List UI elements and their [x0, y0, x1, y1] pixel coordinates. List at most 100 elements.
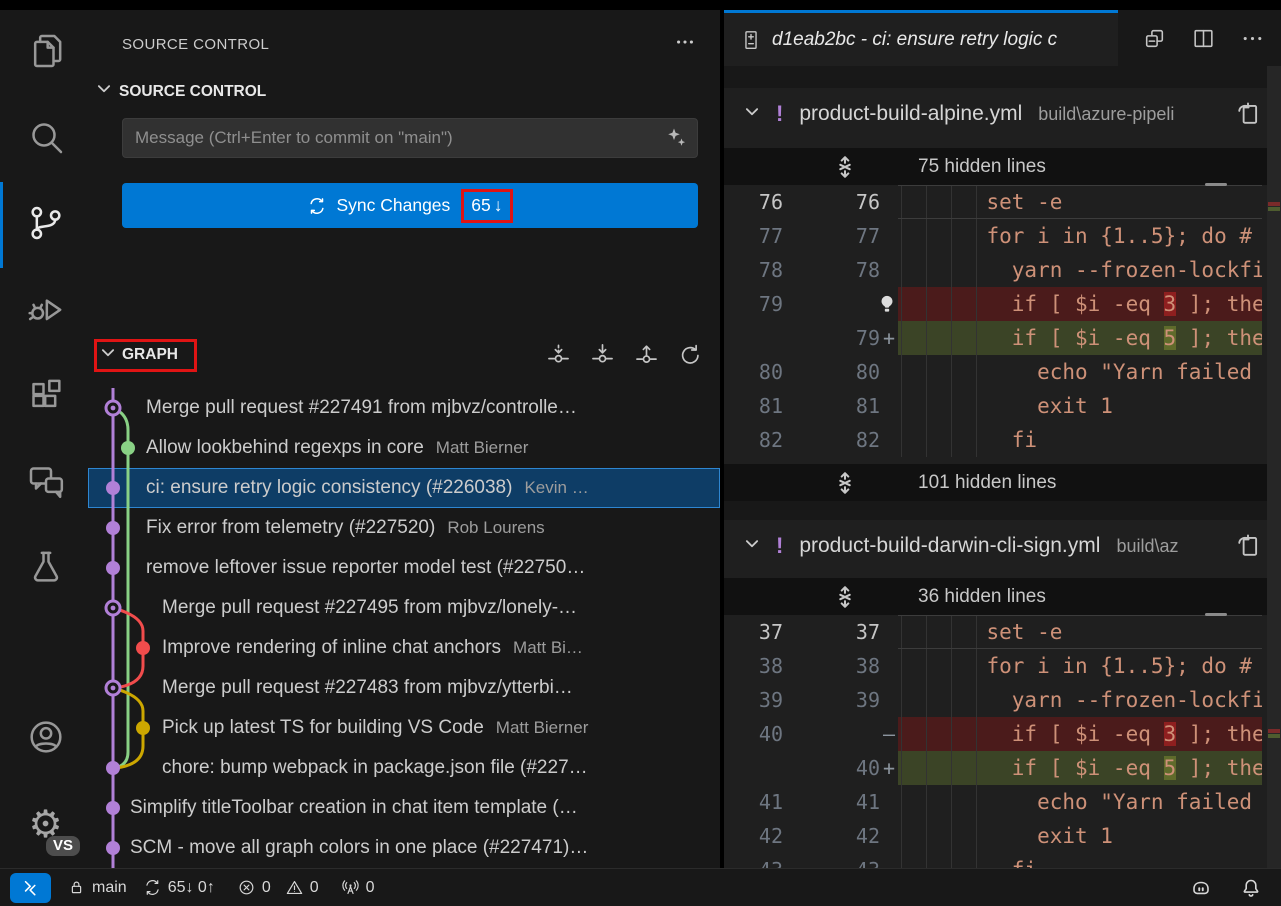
hidden-lines-bar[interactable]: 75 hidden lines: [724, 148, 1281, 185]
section-source-control[interactable]: SOURCE CONTROL: [96, 81, 720, 102]
editor-scrollbar[interactable]: [1267, 66, 1281, 868]
commit-graph: Merge pull request #227491 from mjbvz/co…: [88, 388, 720, 868]
hidden-lines-bar[interactable]: 36 hidden lines: [724, 578, 1281, 615]
sync-counts: 65↓ 0↑: [168, 879, 215, 897]
unfold-icon: [834, 156, 856, 178]
diff-line[interactable]: 3838 for i in {1..5}; do # try 5 times: [724, 649, 1281, 683]
file-header-darwin[interactable]: ! product-build-darwin-cli-sign.yml buil…: [724, 520, 1281, 572]
chevron-down-icon: [744, 536, 760, 557]
commit-row-selected[interactable]: ci: ensure retry logic consistency (#226…: [88, 468, 720, 508]
commit-message: ci: ensure retry logic consistency (#226…: [146, 477, 512, 499]
push-icon[interactable]: [633, 342, 660, 369]
line-number-old: 40: [724, 717, 783, 751]
vscode-window: ⚙ VS SOURCE CONTROL SOURCE CONTROL Sync …: [0, 0, 1281, 906]
commit-row[interactable]: Merge pull request #227491 from mjbvz/co…: [88, 388, 720, 428]
diff-line-deleted[interactable]: 79 if [ $i -eq 3 ]; then: [724, 287, 1281, 321]
lightbulb-icon[interactable]: [874, 291, 900, 322]
diff-line[interactable]: 4242 exit 1: [724, 819, 1281, 853]
go-to-file-icon[interactable]: [1231, 97, 1265, 136]
commit-row[interactable]: Pick up latest TS for building VS CodeMa…: [88, 708, 720, 748]
sidebar-item-testing[interactable]: [0, 526, 88, 612]
diff-file-icon: [740, 29, 762, 51]
pull-icon[interactable]: [589, 342, 616, 369]
hidden-lines-bar[interactable]: 101 hidden lines: [724, 464, 1281, 501]
diff-line[interactable]: 8080 echo "Yarn failed too many times" >…: [724, 355, 1281, 389]
problems-indicator[interactable]: 0 0: [237, 878, 319, 897]
collapse-all-icon[interactable]: [1142, 26, 1167, 51]
fetch-icon[interactable]: [545, 342, 572, 369]
diff-line[interactable]: 7777 for i in {1..5}; do # try 5 times: [724, 219, 1281, 253]
remote-indicator[interactable]: [10, 873, 51, 903]
line-number-old: 42: [724, 819, 783, 853]
sync-button-label: Sync Changes: [336, 195, 450, 216]
diff-line-added[interactable]: 40+ if [ $i -eq 5 ]; then: [724, 751, 1281, 785]
commit-row[interactable]: SCM - move all graph colors in one place…: [88, 828, 720, 868]
line-number-old: 41: [724, 785, 783, 819]
diff-sign: +: [880, 321, 898, 355]
tab-multi-diff[interactable]: d1eab2bc - ci: ensure retry logic c: [724, 10, 1118, 66]
commit-row[interactable]: Allow lookbehind regexps in core Matt Bie…: [88, 428, 720, 468]
go-to-file-icon[interactable]: [1231, 529, 1265, 568]
diff-line[interactable]: 8282 fi: [724, 423, 1281, 457]
commit-row[interactable]: Merge pull request #227483 from mjbvz/yt…: [88, 668, 720, 708]
file-name: product-build-alpine.yml: [799, 102, 1022, 126]
diff-line[interactable]: 4343 fi: [724, 853, 1281, 868]
diff-line[interactable]: 7676 set -e: [724, 185, 1281, 219]
expand-grip[interactable]: [1205, 183, 1227, 186]
commit-row[interactable]: Merge pull request #227495 from mjbvz/lo…: [88, 588, 720, 628]
sparkle-icon[interactable]: [665, 126, 689, 155]
commit-message: Allow lookbehind regexps in core: [146, 437, 424, 459]
ports-indicator[interactable]: 0: [341, 878, 375, 897]
commit-row[interactable]: Simplify titleToolbar creation in chat i…: [88, 788, 720, 828]
commit-row[interactable]: chore: bump webpack in package.json file…: [88, 748, 720, 788]
comments-icon: [26, 461, 66, 506]
commit-message-input[interactable]: [122, 118, 698, 158]
diff-line-deleted[interactable]: 40— if [ $i -eq 3 ]; then: [724, 717, 1281, 751]
sidebar-item-comments[interactable]: [0, 440, 88, 526]
diff-line[interactable]: 7878 yarn --frozen-lockfile --check-file…: [724, 253, 1281, 287]
refresh-icon[interactable]: [677, 342, 704, 369]
settings-button[interactable]: ⚙ VS: [0, 782, 88, 868]
line-number-new: 39: [783, 683, 880, 717]
diff-line-added[interactable]: 79+ if [ $i -eq 5 ]; then: [724, 321, 1281, 355]
sync-changes-button[interactable]: Sync Changes 65 ↓: [122, 183, 698, 228]
sidebar-item-extensions[interactable]: [0, 354, 88, 440]
line-number-new: 78: [783, 253, 880, 287]
line-number-old: 39: [724, 683, 783, 717]
commit-row[interactable]: Fix error from telemetry (#227520)Rob Lo…: [88, 508, 720, 548]
more-actions-icon[interactable]: [1240, 26, 1265, 51]
run-debug-icon: [26, 289, 66, 334]
diff-sign: [880, 785, 898, 819]
split-editor-icon[interactable]: [1191, 26, 1216, 51]
code-text: ]; then: [1176, 292, 1262, 316]
diff-line[interactable]: 3939 yarn --frozen-lockfile --check-file…: [724, 683, 1281, 717]
sidebar-item-explorer[interactable]: [0, 10, 88, 96]
search-icon: [26, 117, 66, 162]
file-header-alpine[interactable]: ! product-build-alpine.yml build\azure-p…: [724, 88, 1281, 140]
line-number-old: 38: [724, 649, 783, 683]
expand-grip[interactable]: [1205, 613, 1227, 616]
status-bar: main 65↓ 0↑ 0 0 0: [0, 868, 1281, 906]
line-number-new: 82: [783, 423, 880, 457]
unfold-icon: [834, 586, 856, 608]
sidebar-item-run-debug[interactable]: [0, 268, 88, 354]
sidebar-item-search[interactable]: [0, 96, 88, 182]
copilot-icon[interactable]: [1189, 876, 1213, 900]
commit-author: Matt Bierner: [436, 438, 529, 458]
tab-bar: d1eab2bc - ci: ensure retry logic c: [724, 10, 1281, 66]
line-number-old: 77: [724, 219, 783, 253]
diff-line[interactable]: 3737 set -e: [724, 615, 1281, 649]
sidebar-item-source-control[interactable]: [0, 182, 88, 268]
branch-indicator[interactable]: main: [67, 878, 127, 897]
annotation-box-graph[interactable]: GRAPH: [94, 339, 197, 372]
graph-section-label: GRAPH: [122, 346, 178, 364]
diff-line[interactable]: 8181 exit 1: [724, 389, 1281, 423]
diff-line[interactable]: 4141 echo "Yarn failed too many times" >…: [724, 785, 1281, 819]
commit-row[interactable]: remove leftover issue reporter model tes…: [88, 548, 720, 588]
commit-row[interactable]: Improve rendering of inline chat anchors…: [88, 628, 720, 668]
bell-icon[interactable]: [1239, 876, 1263, 900]
accounts-button[interactable]: [0, 696, 88, 782]
branch-name: main: [92, 879, 127, 897]
sync-status[interactable]: 65↓ 0↑: [143, 878, 215, 897]
more-actions-icon[interactable]: [674, 31, 696, 57]
